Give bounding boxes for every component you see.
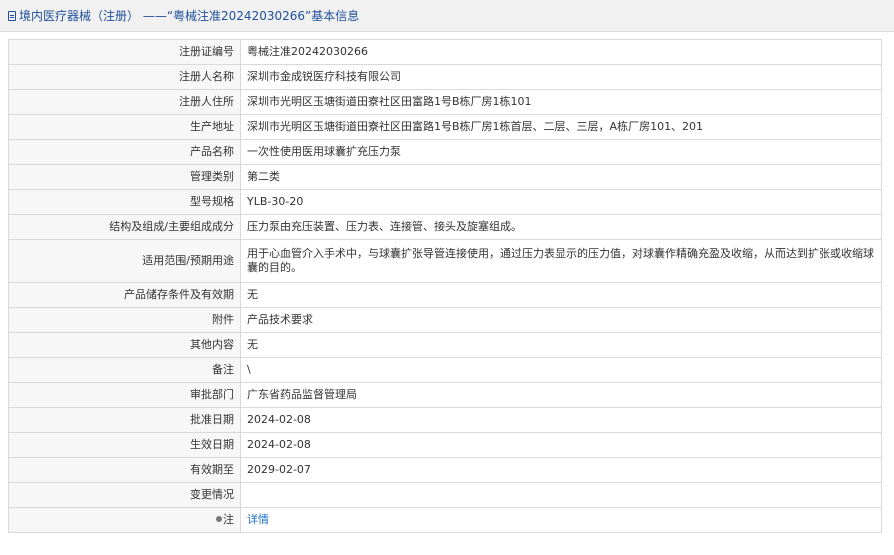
table-row: 产品名称 一次性使用医用球囊扩充压力泵 [8, 139, 882, 165]
table-row: 其他内容 无 [8, 332, 882, 358]
page-title: 境内医疗器械（注册） ——“粤械注准20242030266”基本信息 [19, 9, 360, 23]
note-label: 注 [223, 513, 234, 526]
table-row: 型号规格 YLB-30-20 [8, 189, 882, 215]
row-label: 其他内容 [8, 332, 241, 358]
table-row: 备注 \ [8, 357, 882, 383]
row-value: 深圳市光明区玉塘街道田寮社区田富路1号B栋厂房1栋首层、二层、三层，A栋厂房10… [240, 114, 882, 140]
table-row: 结构及组成/主要组成成分 压力泵由充压装置、压力表、连接管、接头及旋塞组成。 [8, 214, 882, 240]
table-row: 生效日期 2024-02-08 [8, 432, 882, 458]
row-value: 深圳市光明区玉塘街道田寮社区田富路1号B栋厂房1栋101 [240, 89, 882, 115]
table-row: 管理类别 第二类 [8, 164, 882, 190]
note-label-cell: 注 [8, 507, 241, 533]
row-value: 2029-02-07 [240, 457, 882, 483]
table-row: 产品储存条件及有效期 无 [8, 282, 882, 308]
row-value: 2024-02-08 [240, 407, 882, 433]
row-label: 注册证编号 [8, 39, 241, 65]
row-label: 产品储存条件及有效期 [8, 282, 241, 308]
row-value: 第二类 [240, 164, 882, 190]
row-label: 结构及组成/主要组成成分 [8, 214, 241, 240]
row-value: 一次性使用医用球囊扩充压力泵 [240, 139, 882, 165]
row-value: 用于心血管介入手术中，与球囊扩张导管连接使用，通过压力表显示的压力值，对球囊作精… [240, 239, 882, 283]
row-label: 产品名称 [8, 139, 241, 165]
table-row: 生产地址 深圳市光明区玉塘街道田寮社区田富路1号B栋厂房1栋首层、二层、三层，A… [8, 114, 882, 140]
table-row: 批准日期 2024-02-08 [8, 407, 882, 433]
note-icon [216, 516, 222, 522]
row-value: 压力泵由充压装置、压力表、连接管、接头及旋塞组成。 [240, 214, 882, 240]
page-header: 境内医疗器械（注册） ——“粤械注准20242030266”基本信息 [0, 0, 894, 32]
row-value: 深圳市金成锐医疗科技有限公司 [240, 64, 882, 90]
row-label: 生效日期 [8, 432, 241, 458]
details-link[interactable]: 详情 [247, 513, 269, 526]
row-label: 注册人住所 [8, 89, 241, 115]
row-value: 广东省药品监督管理局 [240, 382, 882, 408]
row-label: 备注 [8, 357, 241, 383]
document-icon [8, 10, 16, 21]
row-label: 有效期至 [8, 457, 241, 483]
table-row: 适用范围/预期用途 用于心血管介入手术中，与球囊扩张导管连接使用，通过压力表显示… [8, 239, 882, 283]
note-value-cell: 详情 [240, 507, 882, 533]
row-value: 无 [240, 332, 882, 358]
row-label: 批准日期 [8, 407, 241, 433]
row-label: 变更情况 [8, 482, 241, 508]
row-label: 管理类别 [8, 164, 241, 190]
row-value [240, 482, 882, 508]
table-row: 注册证编号 粤械注准20242030266 [8, 39, 882, 65]
row-value: \ [240, 357, 882, 383]
row-label: 审批部门 [8, 382, 241, 408]
table-row: 变更情况 [8, 482, 882, 508]
table-row: 注册人名称 深圳市金成锐医疗科技有限公司 [8, 64, 882, 90]
table-row-note: 注 详情 [8, 507, 882, 533]
row-label: 型号规格 [8, 189, 241, 215]
row-label: 注册人名称 [8, 64, 241, 90]
row-label: 附件 [8, 307, 241, 333]
row-label: 适用范围/预期用途 [8, 239, 241, 283]
row-label: 生产地址 [8, 114, 241, 140]
table-row: 审批部门 广东省药品监督管理局 [8, 382, 882, 408]
table-row: 有效期至 2029-02-07 [8, 457, 882, 483]
row-value: 产品技术要求 [240, 307, 882, 333]
row-value: 粤械注准20242030266 [240, 39, 882, 65]
row-value: YLB-30-20 [240, 189, 882, 215]
table-row: 注册人住所 深圳市光明区玉塘街道田寮社区田富路1号B栋厂房1栋101 [8, 89, 882, 115]
row-value: 无 [240, 282, 882, 308]
row-value: 2024-02-08 [240, 432, 882, 458]
table-row: 附件 产品技术要求 [8, 307, 882, 333]
info-table: 注册证编号 粤械注准20242030266 注册人名称 深圳市金成锐医疗科技有限… [8, 39, 882, 533]
